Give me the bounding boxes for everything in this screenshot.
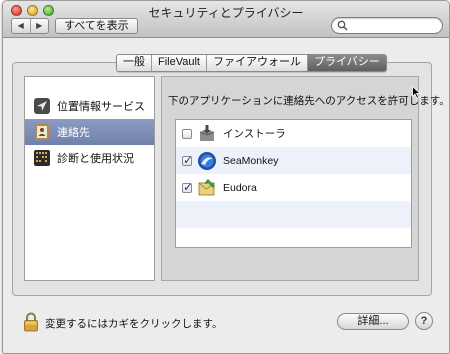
help-button[interactable]: ? <box>415 312 433 330</box>
content-area: 一般 FileVault ファイアウォール プライバシー 位置情報サービス 連絡… <box>3 38 449 353</box>
eudora-checkbox[interactable] <box>182 180 193 194</box>
list-item-seamonkey: SeaMonkey <box>176 147 411 174</box>
installer-checkbox[interactable] <box>182 128 192 139</box>
installer-icon <box>199 124 215 141</box>
tab-privacy[interactable]: プライバシー <box>306 55 386 71</box>
advanced-button[interactable]: 詳細... <box>337 313 409 330</box>
back-button[interactable]: ◀ <box>12 19 30 33</box>
tab-panel: 位置情報サービス 連絡先 診断と使用状況 下のアプリケーションに連絡先へのアクセ… <box>12 62 449 296</box>
seamonkey-icon <box>198 151 216 170</box>
search-input[interactable] <box>350 19 440 33</box>
show-all-button[interactable]: すべてを表示 <box>55 18 138 34</box>
tab-bar: 一般 FileVault ファイアウォール プライバシー <box>116 54 387 72</box>
lock-status-text: 変更するにはカギをクリックします。 <box>45 318 223 330</box>
search-field[interactable] <box>331 17 443 34</box>
list-item-empty <box>176 201 411 228</box>
privacy-category-list: 位置情報サービス 連絡先 診断と使用状況 <box>24 76 155 281</box>
sidebar-item-label: 連絡先 <box>57 127 90 139</box>
contacts-icon <box>35 124 49 140</box>
diagnostics-icon <box>34 150 50 166</box>
list-item-eudora: Eudora <box>176 174 411 201</box>
app-name: インストーラ <box>223 128 286 140</box>
list-item-installer: インストーラ <box>176 120 411 147</box>
access-description: 下のアプリケーションに連絡先へのアクセスを許可します。 <box>168 95 450 107</box>
footer-bar: 変更するにはカギをクリックします。 詳細... ? <box>3 308 449 353</box>
preferences-window: セキュリティとプライバシー ◀ ▶ すべてを表示 一般 FileVault ファ… <box>2 0 450 354</box>
search-icon <box>337 20 348 31</box>
back-forward-buttons: ◀ ▶ <box>11 18 49 34</box>
tab-general[interactable]: 一般 <box>117 55 151 71</box>
sidebar-item-contacts[interactable]: 連絡先 <box>25 119 154 145</box>
sidebar-item-label: 診断と使用状況 <box>57 153 134 165</box>
sidebar-item-label: 位置情報サービス <box>57 101 145 113</box>
contacts-detail-pane: 下のアプリケーションに連絡先へのアクセスを許可します。 インストーラ ✓ Sea… <box>161 76 449 281</box>
app-name: SeaMonkey <box>223 154 279 167</box>
sidebar-item-location-services[interactable]: 位置情報サービス <box>25 93 154 119</box>
toolbar: セキュリティとプライバシー ◀ ▶ すべてを表示 <box>3 1 449 38</box>
sidebar-item-diagnostics[interactable]: 診断と使用状況 <box>25 145 154 171</box>
tab-filevault[interactable]: FileVault <box>151 55 206 71</box>
mouse-pointer-icon <box>412 86 421 99</box>
seamonkey-checkbox[interactable] <box>182 153 193 167</box>
tab-firewall[interactable]: ファイアウォール <box>205 55 307 71</box>
location-services-icon <box>34 98 50 114</box>
forward-button[interactable]: ▶ <box>29 19 49 33</box>
eudora-icon <box>198 178 215 195</box>
app-name: Eudora <box>223 181 257 194</box>
lock-icon[interactable] <box>23 312 39 332</box>
app-access-list: インストーラ SeaMonkey <box>175 119 412 248</box>
